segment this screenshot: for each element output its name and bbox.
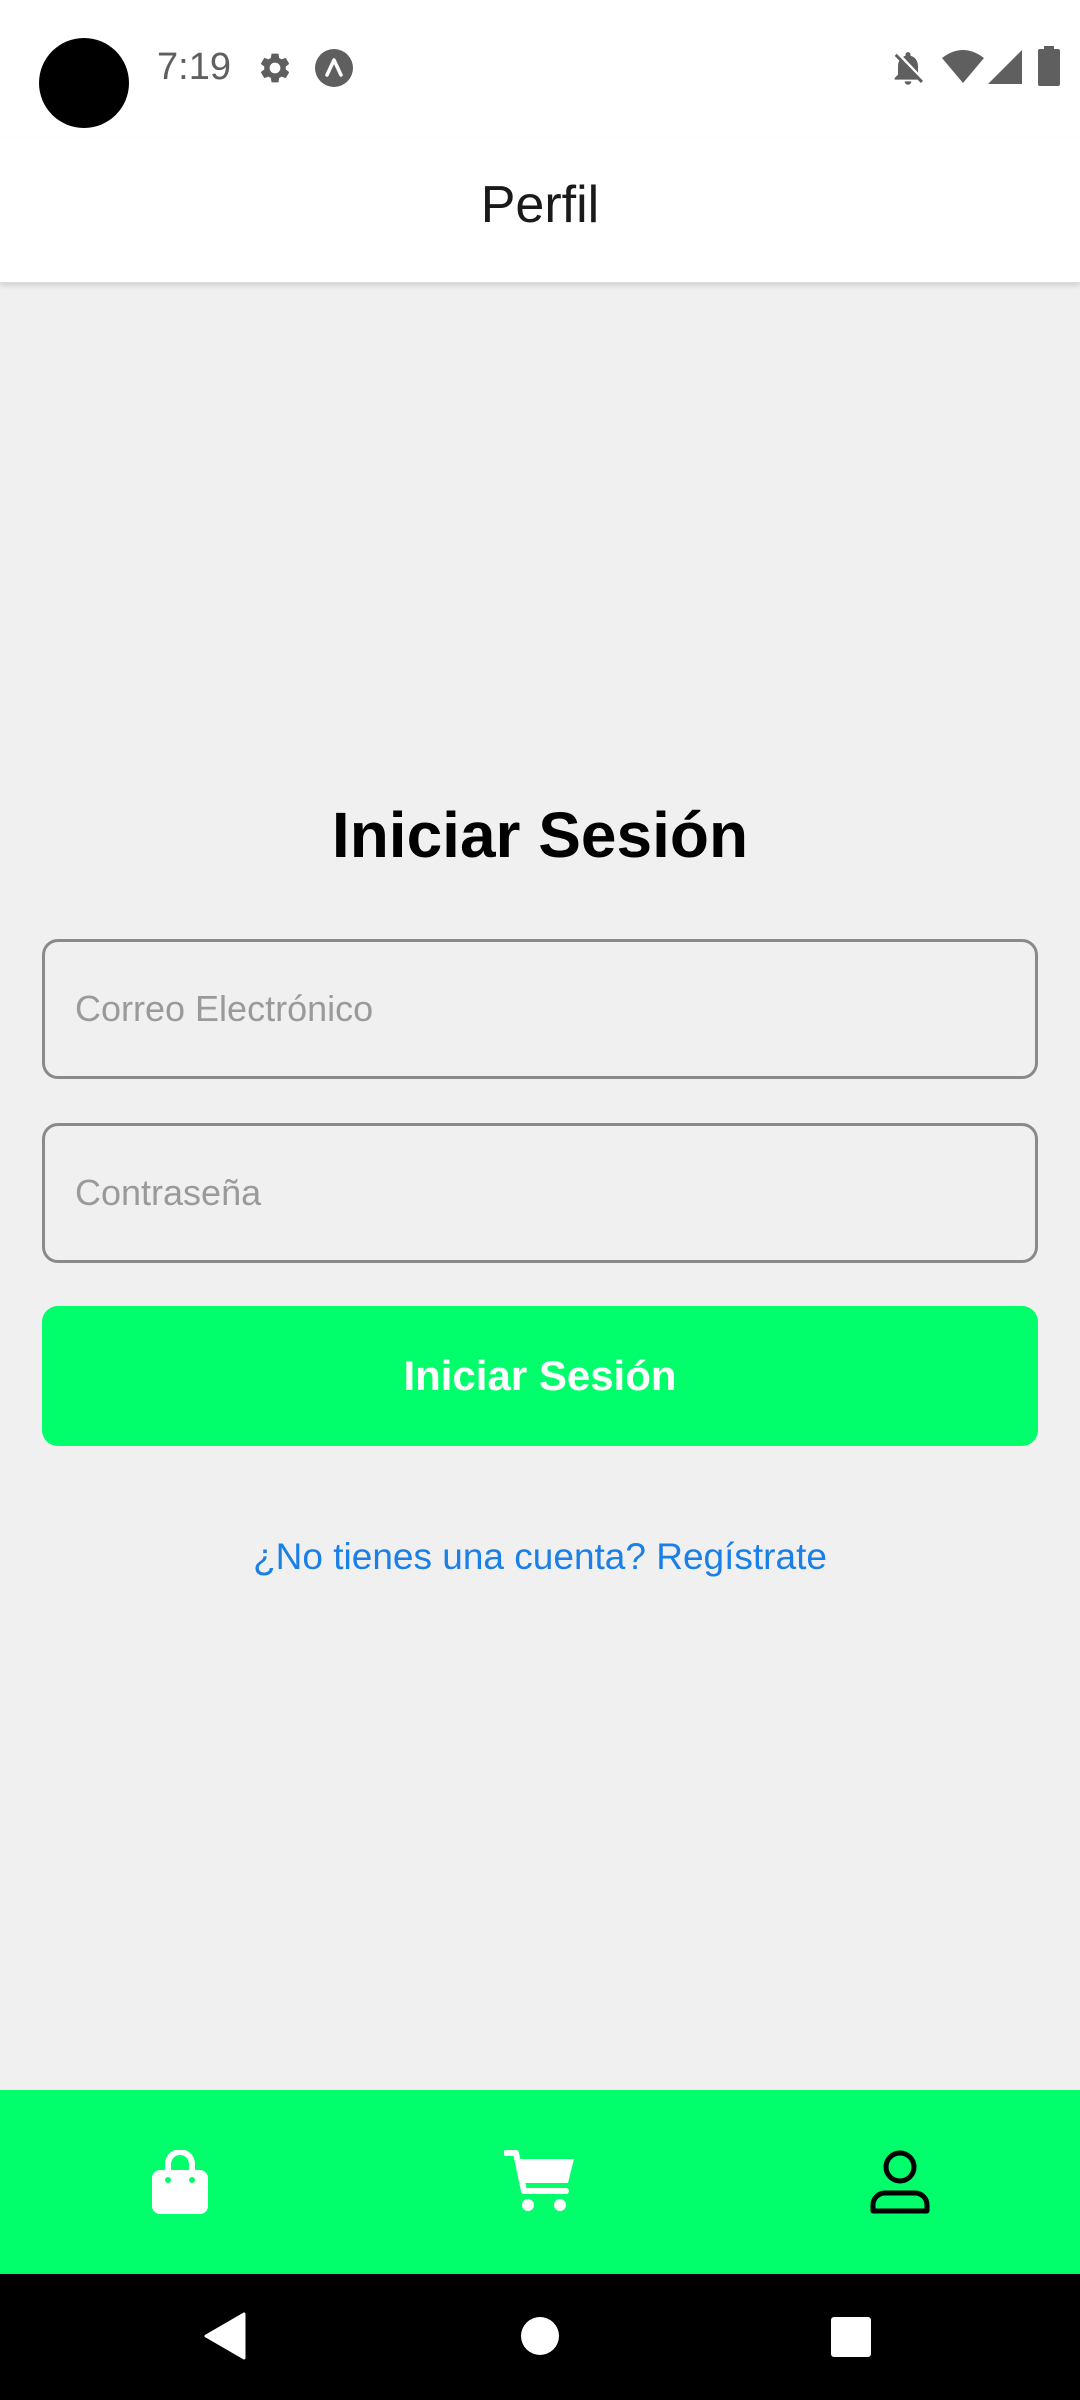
password-input[interactable] [42, 1123, 1038, 1263]
status-bar: 7:19 [0, 0, 1080, 138]
signal-icon [988, 50, 1022, 84]
register-link[interactable]: ¿No tienes una cuenta? Regístrate [0, 1532, 1080, 1582]
notifications-off-icon [894, 52, 923, 85]
bottom-nav [0, 2090, 1080, 2274]
cart-icon [504, 2150, 574, 2211]
screen: 7:19 Perfil Iniciar Sesión Iniciar Se [0, 0, 1080, 2400]
wifi-icon [942, 50, 984, 83]
shopping-bag-icon [152, 2150, 208, 2214]
battery-icon [1038, 46, 1060, 86]
login-button[interactable]: Iniciar Sesión [42, 1306, 1038, 1446]
nav-item-profile[interactable] [720, 2090, 1080, 2274]
system-nav-bar [0, 2274, 1080, 2400]
login-title: Iniciar Sesión [331, 799, 749, 871]
email-input[interactable] [42, 939, 1038, 1079]
home-icon[interactable] [520, 2316, 560, 2356]
status-time: 7:19 [157, 46, 231, 88]
nav-item-shop[interactable] [0, 2090, 360, 2274]
settings-icon [261, 53, 290, 83]
app-header: Perfil [0, 138, 1080, 283]
nav-item-cart[interactable] [360, 2090, 720, 2274]
back-icon[interactable] [204, 2312, 246, 2360]
app-notification-icon [315, 49, 353, 87]
profile-icon [870, 2150, 930, 2214]
recents-icon[interactable] [831, 2317, 871, 2357]
page-title: Perfil [480, 176, 600, 234]
camera-cutout [39, 38, 129, 128]
